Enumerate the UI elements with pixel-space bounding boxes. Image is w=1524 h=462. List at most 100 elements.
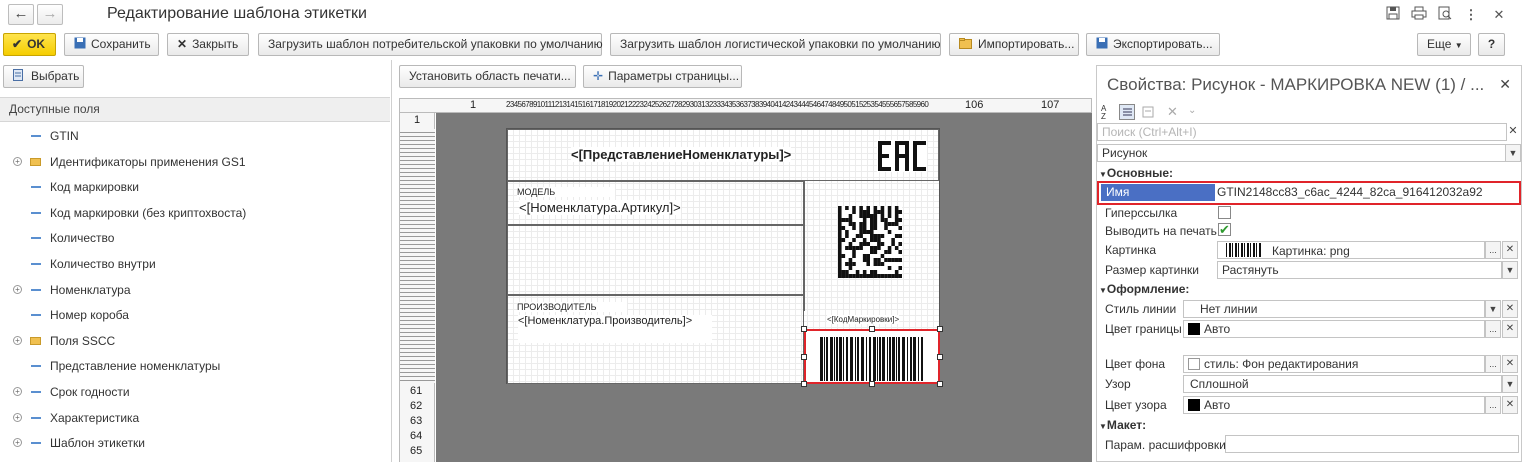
section-basic[interactable]: ▼Основные: [1099,166,1173,180]
close-panel-icon[interactable]: ✕ [1499,76,1511,93]
model-value-field[interactable]: <[Номенклатура.Артикул]> [519,200,681,215]
select-button[interactable]: Выбрать [3,65,84,88]
checkmark-icon: ✔ [1219,222,1230,237]
resize-handle-ml[interactable] [801,354,807,360]
forward-button[interactable]: → [37,4,63,25]
clear-icon[interactable]: ✕ [1167,104,1178,120]
load-logistic-template-button[interactable]: Загрузить шаблон логистической упаковки … [610,33,941,56]
search-clear-icon[interactable]: ✕ [1505,123,1521,141]
expand-plus-icon[interactable]: + [13,387,22,396]
tree-item[interactable]: Количество [0,228,390,248]
window-title: Редактирование шаблона этикетки [107,5,367,22]
set-print-area-button[interactable]: Установить область печати... [399,65,576,88]
label-sheet[interactable]: <[ПредставлениеНоменклатуры]> МОДЕЛЬ <[Н… [506,128,943,387]
sort-az-icon[interactable]: AZ [1101,105,1115,121]
border-color-field[interactable]: Авто [1183,320,1485,338]
ok-button[interactable]: ✔ OK [3,33,56,56]
picture-more-button[interactable]: ... [1485,241,1501,259]
panel-divider[interactable] [391,60,392,462]
ruler-col-107: 107 [1041,99,1060,111]
object-type-dropdown-icon[interactable]: ▼ [1505,144,1521,162]
tree-item[interactable]: + Характеристика [0,408,390,428]
tree-item[interactable]: Код маркировки (без криптохвоста) [0,203,390,223]
picture-clear-button[interactable]: ✕ [1502,241,1518,259]
pattern-select[interactable]: Сплошной [1183,375,1502,393]
properties-search-input[interactable]: Поиск (Ctrl+Alt+I) [1097,123,1507,141]
more-menu-button[interactable]: Еще ▼ [1417,33,1471,56]
back-button[interactable]: ← [8,4,34,25]
section-layout[interactable]: ▼Макет: [1099,418,1146,432]
manufacturer-value-field[interactable]: <[Номенклатура.Производитель]> [518,315,713,343]
help-button[interactable]: ? [1478,33,1505,56]
border-color-label: Цвет границы [1105,322,1182,336]
filter-icon[interactable] [1141,105,1155,119]
load-consumer-template-button[interactable]: Загрузить шаблон потребительской упаковк… [258,33,603,56]
expand-plus-icon[interactable]: + [13,438,22,448]
print-checkbox[interactable]: ✔ [1218,223,1231,236]
border-color-more-button[interactable]: ... [1485,320,1501,338]
more-vertical-icon[interactable]: ⋮ [1462,6,1480,24]
tree-item[interactable]: Номер короба [0,305,390,325]
datamatrix-code[interactable] [838,206,902,278]
tree-item[interactable]: + Идентификаторы применения GS1 [0,152,390,172]
tree-item[interactable]: + Номенклатура [0,280,390,300]
available-fields-header: Доступные поля [0,97,390,122]
resize-handle-br[interactable] [937,381,943,387]
tree-item[interactable]: Количество внутри [0,254,390,274]
product-name-field[interactable]: <[ПредставлениеНоменклатуры]> [571,147,792,162]
tree-item[interactable]: Код маркировки [0,177,390,197]
picture-label: Картинка [1105,243,1157,257]
bg-color-clear-button[interactable]: ✕ [1502,355,1518,373]
picture-size-select[interactable]: Растянуть [1217,261,1502,279]
hyperlink-checkbox[interactable] [1218,206,1231,219]
picture-field[interactable]: Картинка: png [1217,241,1485,259]
import-button[interactable]: Импортировать... [949,33,1079,56]
resize-handle-tc[interactable] [869,326,875,332]
save-icon[interactable] [1384,6,1402,24]
resize-handle-bl[interactable] [801,381,807,387]
pattern-color-field[interactable]: Авто [1183,396,1485,414]
tree-item-label: Номер короба [50,308,129,323]
resize-handle-tl[interactable] [801,326,807,332]
object-type-select[interactable]: Рисунок [1097,144,1507,162]
decode-param-input[interactable] [1225,435,1519,453]
pattern-color-clear-button[interactable]: ✕ [1502,396,1518,414]
arrow-right-icon: → [42,5,58,22]
categorized-view-icon[interactable] [1119,104,1135,120]
tree-item[interactable]: GTIN [0,126,390,146]
section-design[interactable]: ▼Оформление: [1099,282,1189,296]
preview-icon[interactable] [1436,6,1454,24]
close-button[interactable]: ✕ Закрыть [167,33,249,56]
barcode-image[interactable] [801,326,943,387]
bg-color-field[interactable]: стиль: Фон редактирования [1183,355,1485,373]
line-style-clear-button[interactable]: ✕ [1502,300,1518,318]
border-color-clear-button[interactable]: ✕ [1502,320,1518,338]
pattern-dropdown-icon[interactable]: ▼ [1502,375,1518,393]
line-style-dropdown-icon[interactable]: ▼ [1485,300,1501,318]
resize-handle-bc[interactable] [869,381,875,387]
tree-item[interactable]: + Поля SSCC [0,331,390,351]
resize-handle-tr[interactable] [937,326,943,332]
page-params-button[interactable]: ✛ Параметры страницы... [583,65,742,88]
expand-plus-icon[interactable]: + [13,412,22,422]
export-button[interactable]: Экспортировать... [1086,33,1220,56]
tree-item[interactable]: Представление номенклатуры [0,356,390,376]
picture-size-dropdown-icon[interactable]: ▼ [1502,261,1518,279]
expand-plus-icon[interactable]: + [13,284,22,294]
chevron-down-icon[interactable]: ⌄ [1188,105,1196,116]
pattern-color-more-button[interactable]: ... [1485,396,1501,414]
line-style-select[interactable]: Нет линии [1183,300,1485,318]
print-icon[interactable] [1410,6,1428,24]
tree-item[interactable]: + Шаблон этикетки [0,433,390,453]
bg-color-more-button[interactable]: ... [1485,355,1501,373]
expand-plus-icon[interactable]: + [13,156,22,166]
tree-item[interactable]: + Срок годности [0,382,390,402]
resize-handle-mr[interactable] [937,354,943,360]
marking-code-field[interactable]: <[КодМаркировки]> [827,315,900,324]
expand-plus-icon[interactable]: + [13,335,22,345]
name-value[interactable]: GTIN2148cc83_c6ac_4244_82ca_916412032a92 [1217,184,1483,201]
save-button[interactable]: Сохранить [64,33,159,56]
tree-item-label: GTIN [50,129,79,143]
print-label: Выводить на печать [1105,224,1217,238]
close-window-icon[interactable]: ✕ [1490,6,1508,24]
